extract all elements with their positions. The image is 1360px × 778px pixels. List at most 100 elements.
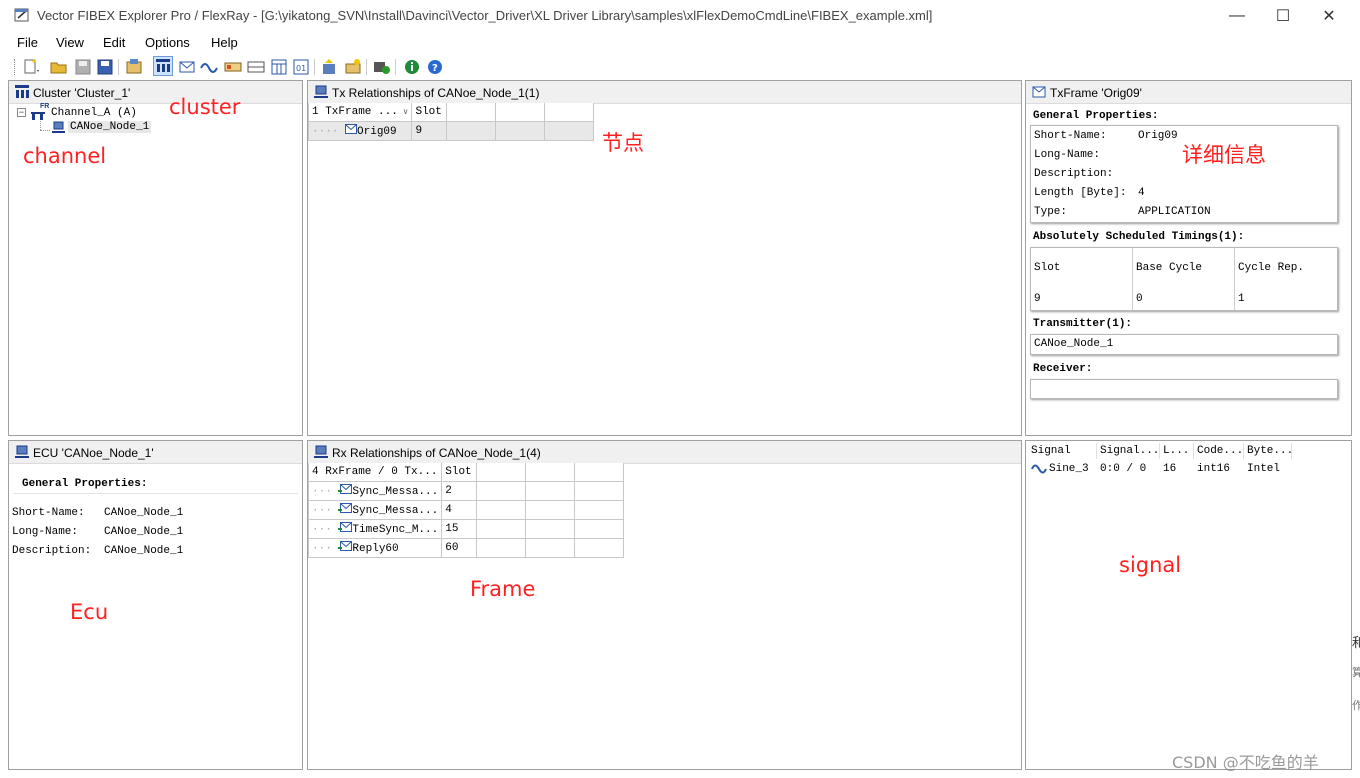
rx-pane-header: Rx Relationships of CANoe_Node_1(4) [308,441,1021,464]
signal-icon[interactable] [200,58,218,76]
timing-val-cycle-rep[interactable]: 1 [1238,293,1245,305]
toolbar-separator [395,59,396,75]
timing-col-base-cycle: Base Cycle [1136,262,1203,274]
frame-icon[interactable] [178,58,196,76]
rx-row-frame[interactable]: ··· Sync_Messa... [308,500,443,520]
signal-row-name[interactable]: Sine_3 [1049,463,1089,475]
rx-row-frame[interactable]: ··· Sync_Messa... [308,481,443,501]
column-divider [1234,248,1235,310]
tx-col-frame[interactable]: 1 TxFrame ... ∨ [308,103,413,122]
signal-col-coding[interactable]: Code... [1197,445,1243,457]
field-length-value[interactable]: 4 [1138,187,1145,199]
close-button[interactable]: ✕ [1306,0,1352,31]
minimize-button[interactable]: — [1214,0,1260,31]
menu-edit[interactable]: Edit [103,35,125,50]
rx-row-frame-name: Sync_Messa... [352,505,439,517]
edge-char: 作 [1352,699,1360,712]
edge-char: 算 [1352,666,1360,679]
open-icon[interactable] [50,58,68,76]
ecu-node-icon [52,121,65,133]
tx-pane: Tx Relationships of CANoe_Node_1(1) 1 Tx… [307,80,1022,436]
annotation-signal: signal [1119,553,1182,577]
tree-item-node[interactable]: CANoe_Node_1 [68,121,152,133]
properties-icon[interactable] [125,58,143,76]
ecu-description-value[interactable]: CANoe_Node_1 [104,545,183,557]
rx-col-slot[interactable]: Slot [441,463,478,482]
menu-view[interactable]: View [56,35,84,50]
import-icon[interactable] [320,58,338,76]
field-description-label: Description: [1034,168,1114,180]
timing-val-base-cycle[interactable]: 0 [1136,293,1143,305]
field-long-name-label: Long-Name: [1034,149,1101,161]
table-row[interactable]: ···· Orig09 9 [308,121,595,141]
rx-row-frame-name: TimeSync_M... [352,524,439,536]
rx-row-empty [574,519,625,539]
rx-row-frame-name: Sync_Messa... [352,486,439,498]
tx-row-frame-name: Orig09 [357,126,397,138]
toolbar-grip [14,59,17,75]
menu-help[interactable]: Help [211,35,238,50]
rx-row-empty [476,538,527,558]
tree-item-channel[interactable]: Channel_A (A) [51,107,137,119]
timings-group: Slot Base Cycle Cycle Rep. 9 0 1 [1030,247,1338,311]
tree-collapse-toggle[interactable]: − [17,108,26,117]
signal-col-position[interactable]: Signal... [1100,445,1159,457]
rx-row-slot: 60 [441,538,478,558]
ecu-long-name-label: Long-Name: [12,526,79,538]
tx-row-empty [495,121,546,141]
tx-row-frame[interactable]: ···· Orig09 [308,121,413,141]
rx-row-empty [574,538,625,558]
tx-col-empty [446,103,497,122]
table-row[interactable]: ··· Sync_Messa... 2 [308,481,625,501]
field-type-value[interactable]: APPLICATION [1138,206,1211,218]
rx-table: 4 RxFrame / 0 Tx... Slot ··· Sync_Messa.… [308,463,625,558]
menu-options[interactable]: Options [145,35,190,50]
tx-col-slot[interactable]: Slot [411,103,448,122]
rx-col-empty [525,463,576,482]
rx-row-frame-name: Reply60 [352,543,399,555]
signal-col-name[interactable]: Signal [1031,445,1071,457]
rx-row-empty [476,481,527,501]
new-icon[interactable] [22,58,40,76]
table-row[interactable]: ··· TimeSync_M... 15 [308,519,625,539]
pdu-icon[interactable] [224,58,242,76]
save-gray-icon[interactable] [74,58,92,76]
divider [13,493,298,494]
ecu-short-name-value[interactable]: CANoe_Node_1 [104,507,183,519]
field-short-name-label: Short-Name: [1034,130,1107,142]
help-icon[interactable]: ? [426,58,444,76]
watermark: CSDN @不吃鱼的羊 [1172,753,1319,772]
schedule-icon[interactable] [270,58,288,76]
maximize-button[interactable]: ☐ [1260,0,1306,31]
cluster-view-icon[interactable] [153,56,173,76]
rx-row-empty [476,519,527,539]
transmitter-title: Transmitter(1): [1033,318,1133,330]
timing-val-slot[interactable]: 9 [1034,293,1041,305]
signal-col-length[interactable]: L... [1163,445,1189,457]
rx-col-frame[interactable]: 4 RxFrame / 0 Tx... [308,463,443,482]
database-icon[interactable] [373,58,391,76]
menu-file[interactable]: File [17,35,38,50]
column-divider [1159,443,1160,459]
table-row[interactable]: ··· Reply60 60 [308,538,625,558]
coding-icon[interactable]: 01 [292,58,310,76]
rx-row-empty [525,500,576,520]
annotation-channel: channel [23,144,107,168]
channel-badge: FR [40,103,50,110]
export-icon[interactable] [344,58,362,76]
table-row[interactable]: ··· Sync_Messa... 4 [308,500,625,520]
rx-frame-icon [338,522,353,532]
window-title: Vector FIBEX Explorer Pro / FlexRay - [G… [37,8,933,23]
transmitter-value[interactable]: CANoe_Node_1 [1034,338,1113,350]
rx-row-frame[interactable]: ··· Reply60 [308,538,443,558]
transmitter-group: CANoe_Node_1 [1030,334,1338,355]
ecu-long-name-value[interactable]: CANoe_Node_1 [104,526,183,538]
info-icon[interactable] [403,58,421,76]
rx-row-frame[interactable]: ··· TimeSync_M... [308,519,443,539]
annotation-cluster: cluster [169,95,241,119]
field-short-name-value[interactable]: Orig09 [1138,130,1178,142]
save-icon[interactable] [96,58,114,76]
table-icon[interactable] [247,58,265,76]
rx-row-empty [574,500,625,520]
signal-col-byte-order[interactable]: Byte... [1247,445,1293,457]
